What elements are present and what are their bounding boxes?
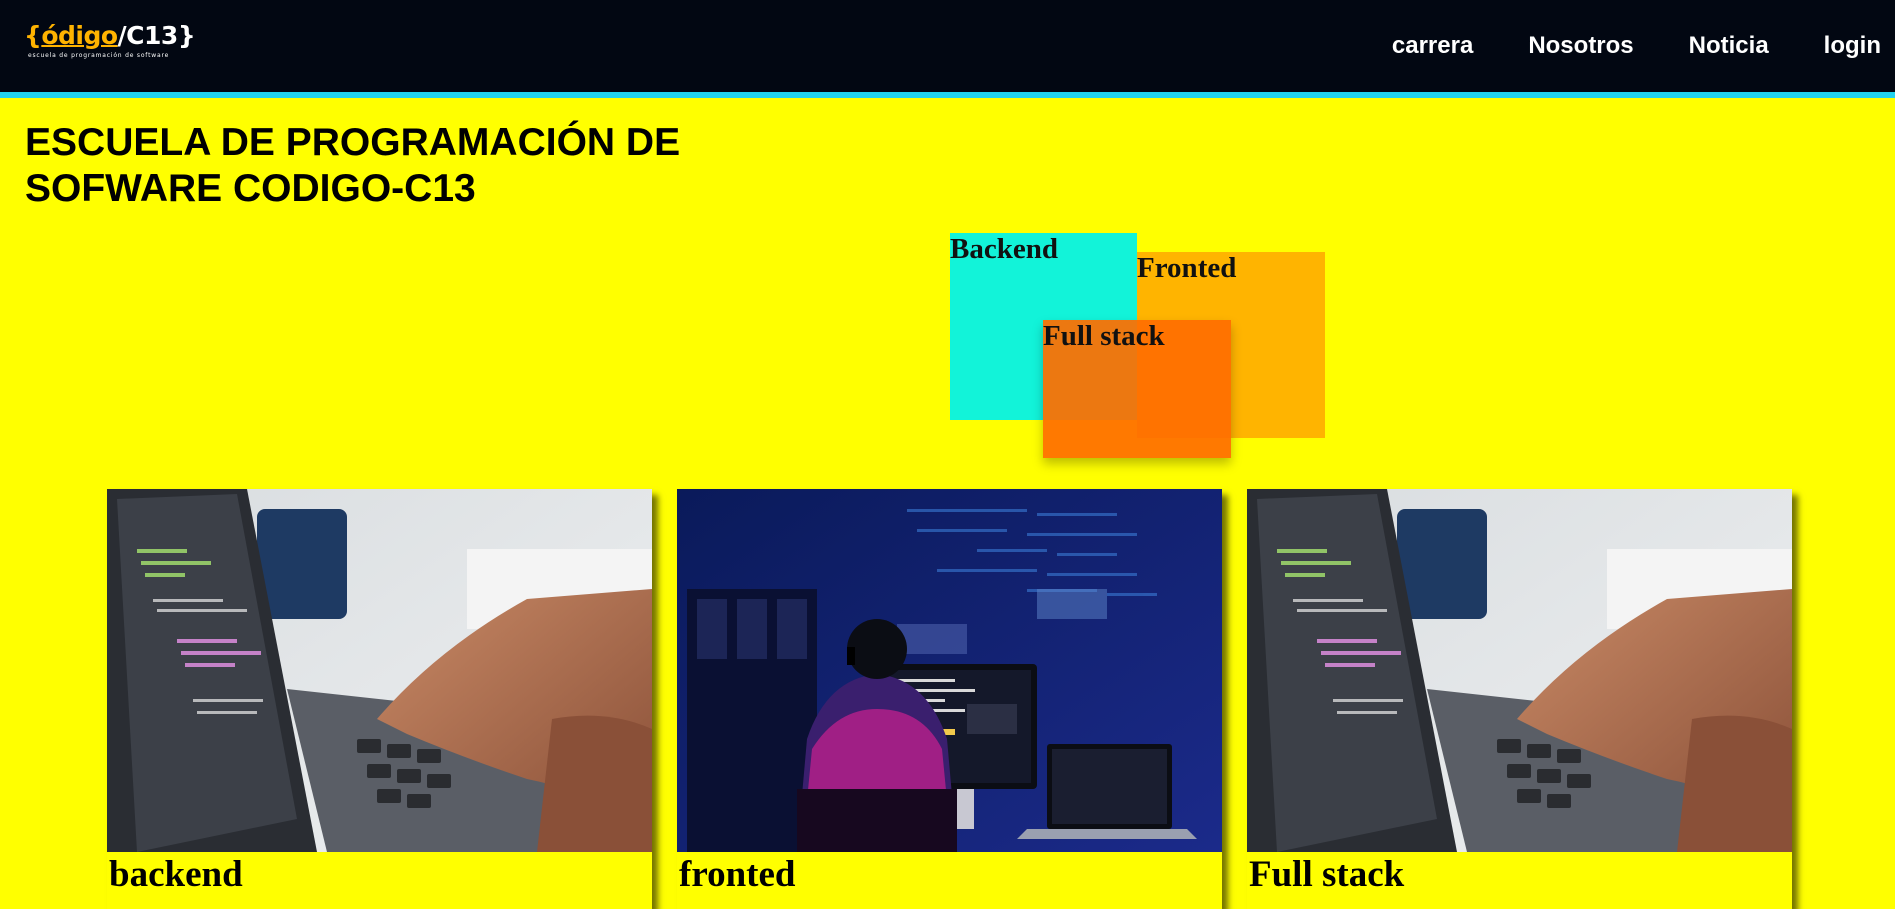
fullstack-box-label: Full stack [1043,320,1165,352]
developer-monitor-image [677,489,1222,852]
card-title-fronted: fronted [679,854,796,895]
nav-link-nosotros[interactable]: Nosotros [1528,30,1633,62]
site-logo[interactable]: {ódigo/C13} escuela de programación de s… [24,21,196,62]
laptop-coding-image [107,489,652,852]
top-navbar: {ódigo/C13} escuela de programación de s… [0,0,1895,98]
main-nav: carrera Nosotros Noticia login [1337,30,1881,62]
logo-tagline: escuela de programación de software [28,52,170,59]
logo-wordmark: {ódigo/C13} [24,21,196,50]
fullstack-box: Full stack [1043,320,1231,458]
backend-box-label: Backend [950,233,1058,265]
course-card-fronted[interactable]: fronted [677,489,1222,909]
page-title: ESCUELA DE PROGRAMACIÓN DE SOFWARE CODIG… [25,121,681,210]
course-card-backend[interactable]: backend [107,489,652,909]
card-title-fullstack: Full stack [1249,854,1405,895]
nav-link-noticia[interactable]: Noticia [1689,30,1769,62]
laptop-coding-image [1247,489,1792,852]
nav-link-carrera[interactable]: carrera [1392,30,1473,62]
course-card-fullstack[interactable]: Full stack [1247,489,1792,909]
nav-link-login[interactable]: login [1824,30,1881,62]
card-title-backend: backend [109,854,243,895]
fronted-box-label: Fronted [1137,252,1237,284]
